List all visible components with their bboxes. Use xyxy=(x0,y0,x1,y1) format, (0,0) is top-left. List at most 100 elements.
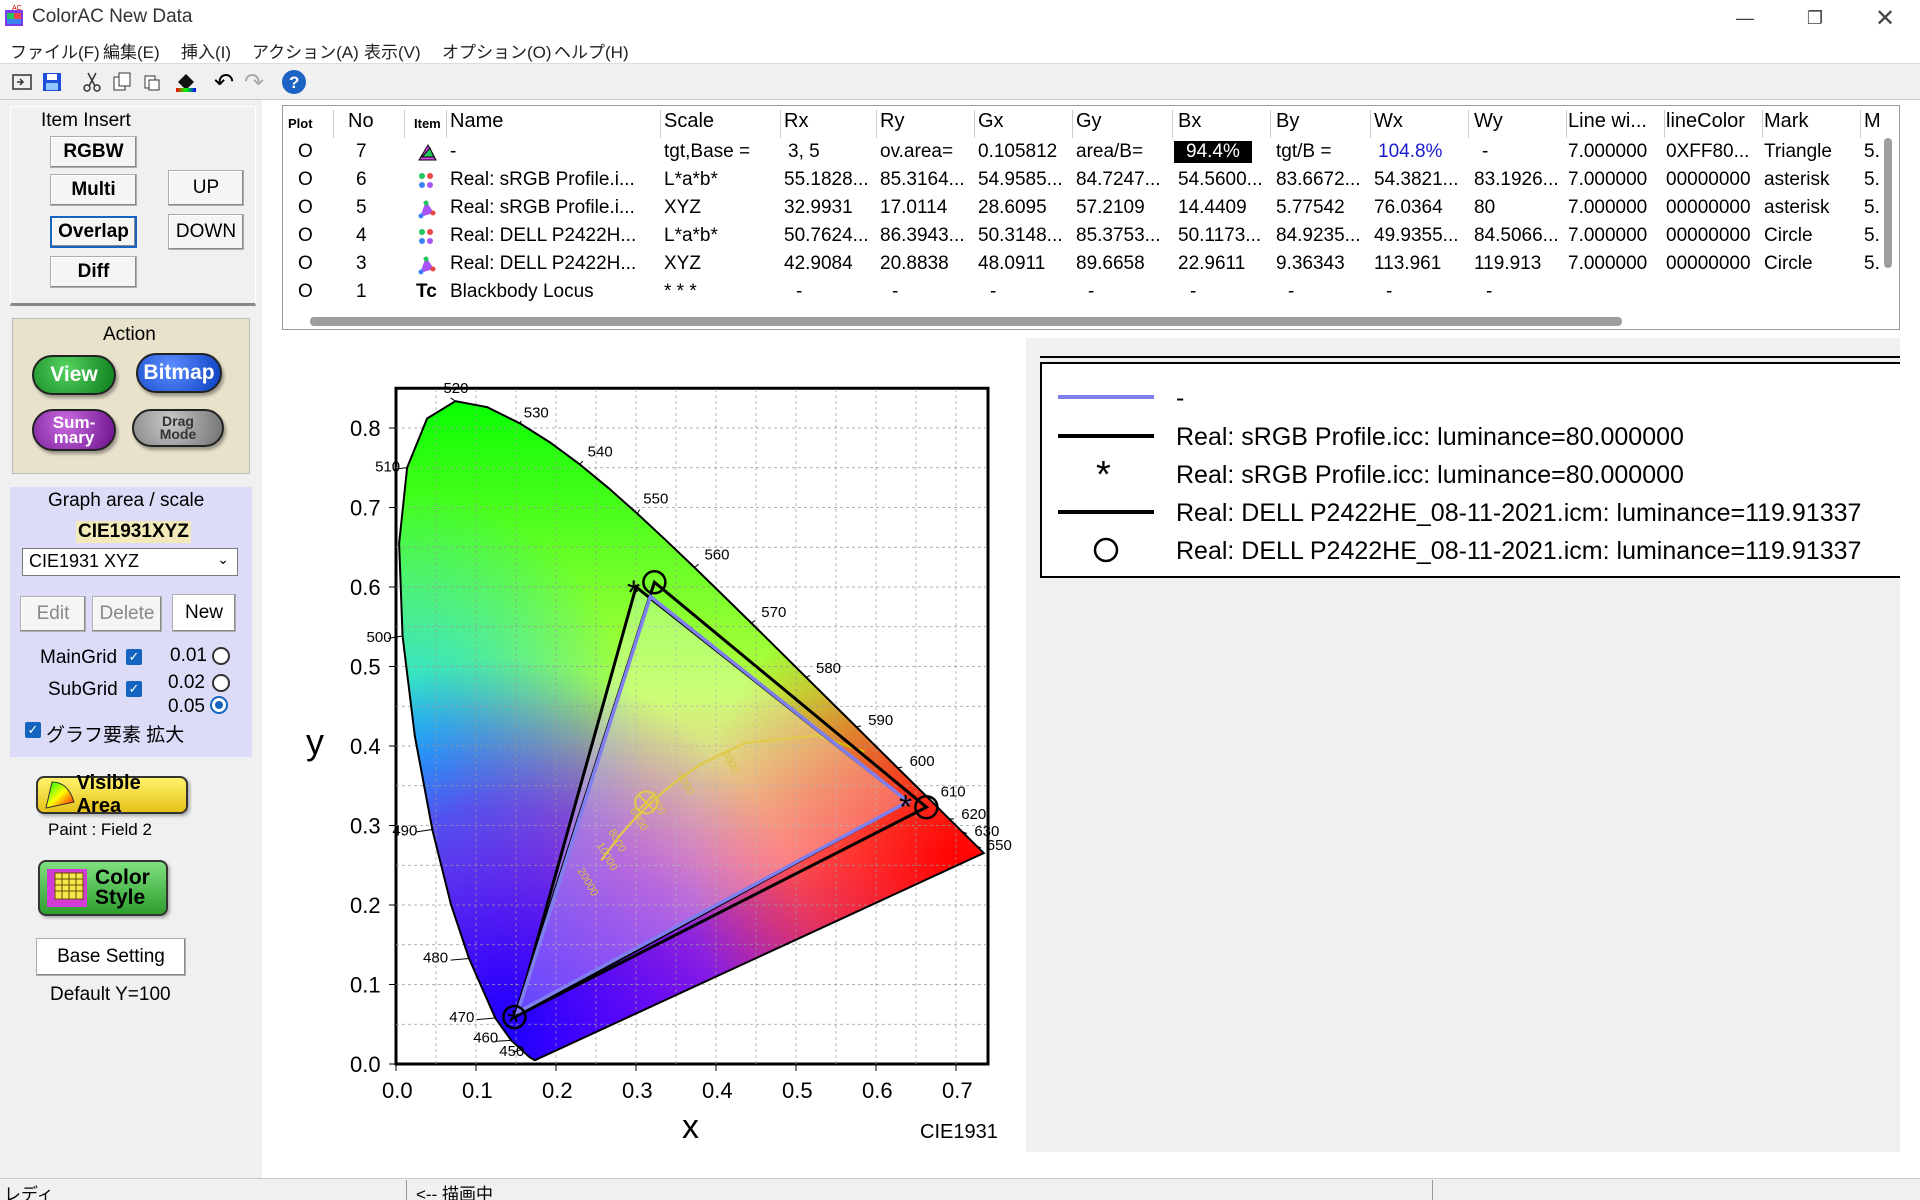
save-icon[interactable] xyxy=(38,68,66,96)
header-rx[interactable]: Rx xyxy=(784,110,808,133)
visible-area-button[interactable]: Visible Area xyxy=(36,772,188,817)
cell-m: 5. xyxy=(1864,141,1880,162)
header-gy[interactable]: Gy xyxy=(1076,110,1102,133)
column-separator[interactable] xyxy=(660,110,661,138)
cell-bx: 50.1173... xyxy=(1178,225,1262,246)
column-separator[interactable] xyxy=(1762,110,1763,138)
overlap-button[interactable]: Overlap xyxy=(50,216,137,248)
maingrid-checkbox[interactable]: ✓ xyxy=(126,649,142,665)
rgbw-button[interactable]: RGBW xyxy=(50,136,137,168)
header-bx[interactable]: Bx xyxy=(1178,110,1201,133)
cell-wx: 104.8% xyxy=(1378,141,1443,162)
header-gx[interactable]: Gx xyxy=(978,110,1004,133)
menu-insert[interactable]: 挿入(I) xyxy=(181,38,231,63)
column-separator[interactable] xyxy=(1860,110,1861,138)
up-button[interactable]: UP xyxy=(168,170,244,206)
y-axis-label: y xyxy=(306,721,324,762)
cell-plot: O xyxy=(298,197,313,218)
menu-action[interactable]: アクション(A) xyxy=(252,38,359,63)
cell-ry: - xyxy=(892,281,899,302)
wavelength-tick xyxy=(450,397,456,402)
redo-icon[interactable]: ↷ xyxy=(240,68,268,96)
scale-select-value: CIE1931 XYZ xyxy=(29,551,140,571)
bitmap-button[interactable]: Bitmap xyxy=(136,353,222,393)
header-line-color[interactable]: lineColor xyxy=(1666,110,1745,133)
cell-line-color: 00000000 xyxy=(1666,197,1751,218)
column-separator[interactable] xyxy=(974,110,975,138)
menu-view[interactable]: 表示(V) xyxy=(364,38,421,63)
header-line-width[interactable]: Line wi... xyxy=(1568,110,1647,133)
copy-icon[interactable] xyxy=(108,68,136,96)
cell-plot: O xyxy=(298,141,313,162)
table-vscrollbar[interactable] xyxy=(1884,138,1892,268)
menu-file[interactable]: ファイル(F) xyxy=(10,38,100,63)
down-button[interactable]: DOWN xyxy=(168,214,244,250)
radio-005[interactable] xyxy=(210,696,228,714)
cell-name: Blackbody Locus xyxy=(450,281,594,302)
menu-options[interactable]: オプション(O) xyxy=(442,38,552,63)
summary-button[interactable]: Sum- mary xyxy=(32,409,116,451)
multi-button[interactable]: Multi xyxy=(50,174,137,206)
x-tick-label: 0.7 xyxy=(942,1078,973,1103)
header-item[interactable]: Item xyxy=(414,116,441,131)
enlarge-checkbox[interactable]: ✓ xyxy=(25,722,41,738)
column-separator[interactable] xyxy=(1566,110,1567,138)
close-icon[interactable]: ✕ xyxy=(1850,0,1920,36)
y-tick-label: 0.8 xyxy=(350,416,381,441)
header-name[interactable]: Name xyxy=(450,110,503,133)
subgrid-checkbox[interactable]: ✓ xyxy=(126,681,142,697)
radio-001[interactable] xyxy=(212,647,230,665)
paste-icon[interactable] xyxy=(138,68,166,96)
x-tick-label: 0.3 xyxy=(622,1078,653,1103)
column-separator[interactable] xyxy=(404,110,405,138)
y-tick-label: 0.1 xyxy=(350,973,381,998)
x-tick-label: 0.5 xyxy=(782,1078,813,1103)
base-setting-button[interactable]: Base Setting xyxy=(36,938,186,976)
view-button[interactable]: View xyxy=(32,355,116,395)
header-no[interactable]: No xyxy=(348,110,374,133)
header-ry[interactable]: Ry xyxy=(880,110,904,133)
header-by[interactable]: By xyxy=(1276,110,1299,133)
diff-button[interactable]: Diff xyxy=(50,256,137,288)
wavelength-label: 450 xyxy=(499,1043,524,1060)
status-ready: レディ xyxy=(4,1185,54,1200)
restore-icon[interactable]: ❐ xyxy=(1780,0,1850,36)
cell-no: 7 xyxy=(356,141,367,162)
header-m[interactable]: M xyxy=(1864,110,1881,133)
column-separator[interactable] xyxy=(1664,110,1665,138)
minimize-icon[interactable]: — xyxy=(1710,0,1780,36)
legend-label: - xyxy=(1176,384,1185,412)
menu-help[interactable]: ヘルプ(H) xyxy=(554,38,629,63)
column-separator[interactable] xyxy=(333,110,334,138)
new-button[interactable]: New xyxy=(172,594,236,632)
cut-icon[interactable] xyxy=(78,68,106,96)
scale-select[interactable]: CIE1931 XYZ ⌄ xyxy=(22,548,238,576)
header-scale[interactable]: Scale xyxy=(664,110,714,133)
undo-icon[interactable]: ↶ xyxy=(210,68,238,96)
column-separator[interactable] xyxy=(1270,110,1271,138)
paint-icon[interactable] xyxy=(172,68,200,96)
column-separator[interactable] xyxy=(1468,110,1469,138)
header-wy[interactable]: Wy xyxy=(1474,110,1503,133)
cell-bx: 14.4409 xyxy=(1178,197,1247,218)
column-separator[interactable] xyxy=(780,110,781,138)
column-separator[interactable] xyxy=(1370,110,1371,138)
color-style-button[interactable]: Color Style xyxy=(38,860,168,916)
column-separator[interactable] xyxy=(1172,110,1173,138)
table-hscrollbar[interactable] xyxy=(310,317,1622,326)
open-icon[interactable] xyxy=(8,68,36,96)
drag-mode-button[interactable]: Drag Mode xyxy=(132,409,224,447)
delete-button[interactable]: Delete xyxy=(92,596,162,632)
cell-item: Tc xyxy=(416,281,437,302)
column-separator[interactable] xyxy=(1072,110,1073,138)
header-wx[interactable]: Wx xyxy=(1374,110,1403,133)
edit-button[interactable]: Edit xyxy=(20,596,86,632)
cell-gy: 89.6658 xyxy=(1076,253,1145,274)
header-plot[interactable]: Plot xyxy=(288,116,313,131)
column-separator[interactable] xyxy=(446,110,447,138)
help-icon[interactable]: ? xyxy=(280,68,308,96)
column-separator[interactable] xyxy=(876,110,877,138)
menu-edit[interactable]: 編集(E) xyxy=(103,38,160,63)
header-mark[interactable]: Mark xyxy=(1764,110,1808,133)
radio-002[interactable] xyxy=(212,674,230,692)
